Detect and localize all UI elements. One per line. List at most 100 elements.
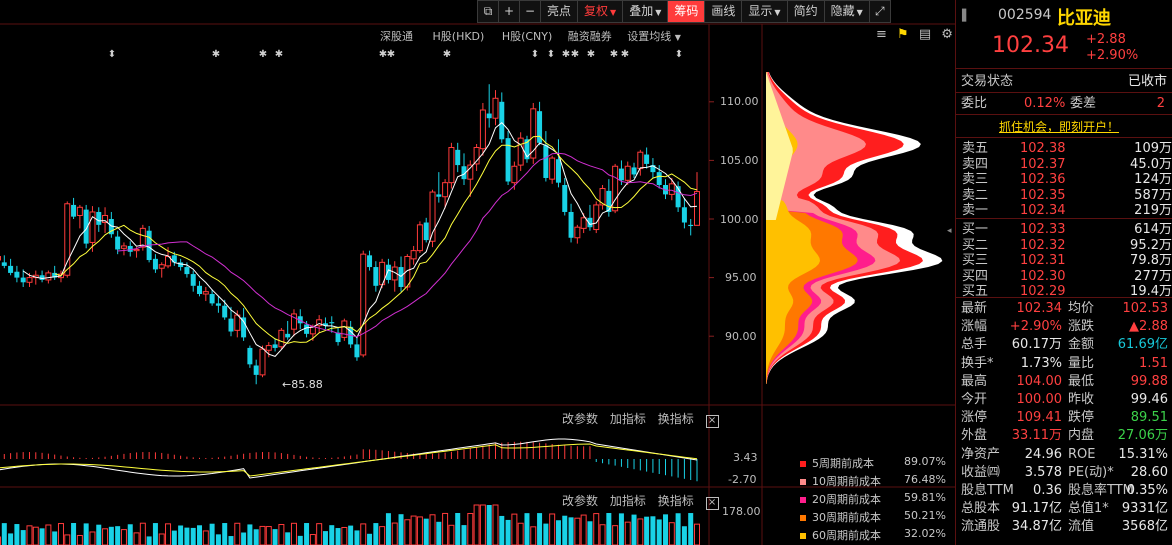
order-price: 102.30 [1020,268,1066,284]
flag-icon[interactable]: ⚑ [897,27,909,42]
candle-body [549,157,556,180]
candle-body [423,222,429,241]
volume-bar [517,522,524,545]
close-icon[interactable]: × [705,497,719,510]
volume-bar [241,532,247,545]
volume-bar [197,525,203,545]
volume-edit-params[interactable]: 改参数 [562,494,598,508]
bid-row[interactable]: 买四 102.30 277万 [962,269,1172,284]
volume-bar [543,523,549,545]
candle-body [416,224,423,252]
stat-value: 61.69亿 [1117,337,1168,353]
volume-add-indicator[interactable]: 加指标 [610,494,646,508]
order-price: 102.35 [1020,187,1066,203]
open-account-link[interactable]: 抓住机会，即刻开户！ [999,118,1119,135]
plus-icon[interactable]: + [498,0,520,23]
chip-chart-icon[interactable]: ▤ [919,27,931,42]
margin-trading-toggle[interactable]: 融资融券 [568,30,612,43]
window-restore-icon[interactable]: ⧉ [477,0,499,23]
chips-button[interactable]: 筹码 [667,0,706,23]
hk-connect-toggle[interactable]: 深股通 [380,30,413,43]
stat-value: 89.51 [1130,410,1168,426]
weibi-row: 委比 0.12% 委差 2 [961,96,1165,111]
macd-edit-params[interactable]: 改参数 [562,412,598,426]
volume-switch-indicator[interactable]: 换指标 [658,494,694,508]
volume-bar [455,513,461,545]
volume-bar [574,517,581,545]
close-icon[interactable]: × [705,415,719,428]
macd-add-indicator[interactable]: 加指标 [610,412,646,426]
stat-value: 109.41 [1016,410,1063,426]
ask-row[interactable]: 卖一 102.34 219万 [962,203,1172,218]
minus-icon[interactable]: − [519,0,541,23]
candle-body [492,97,499,119]
chip-list-icon[interactable]: ≡ [876,27,887,42]
overlay-button[interactable]: 叠加 ▼ [622,0,669,23]
stat-label: ROE [1068,446,1096,462]
order-volume: 45.0万 [1130,156,1172,172]
chip-legend-item: 60周期前成本 32.02% [800,527,946,543]
ask-row[interactable]: 卖二 102.35 587万 [962,188,1172,203]
volume-bar [0,536,1,545]
volume-bar [668,522,675,545]
simple-button[interactable]: 简约 [786,0,825,23]
stat-value: 9331亿 [1121,501,1168,517]
volume-bar [537,513,543,545]
draw-line-button[interactable]: 画线 [704,0,743,23]
ma-settings-button[interactable]: 设置均线 [627,30,671,43]
stat-label: 量比 [1068,355,1095,371]
order-level-label: 卖四 [962,156,989,172]
candle-body [606,190,612,212]
stat-row: 外盘 33.11万 内盘 27.06万 [956,427,1172,445]
gear-icon[interactable]: ⚙ [941,27,953,42]
macd-switch-indicator[interactable]: 换指标 [658,412,694,426]
volume-bar [64,534,71,545]
candle-body [618,168,624,181]
candle-body [373,267,379,286]
candle-body [341,320,348,338]
candle-body [115,236,121,250]
h-share-hkd-toggle[interactable]: H股(HKD) [433,30,485,43]
volume-bar [127,524,133,545]
legend-swatch [800,533,806,539]
chip-legend-item: 10周期前成本 76.48% [800,473,946,489]
ask-row[interactable]: 卖三 102.36 124万 [962,172,1172,187]
bid-row[interactable]: 买一 102.33 614万 [962,222,1172,237]
event-marker: ⬍ [547,49,555,60]
candle-body [215,303,221,306]
volume-bar [479,504,486,545]
volume-bar [429,514,436,545]
bid-row[interactable]: 买二 102.32 95.2万 [962,238,1172,253]
h-share-cny-toggle[interactable]: H股(CNY) [502,30,552,43]
volume-bar [624,521,631,545]
highlight-button[interactable]: 亮点 [540,0,579,23]
volume-bar [139,522,146,545]
volume-bar [416,516,423,545]
volume-bar [209,523,215,545]
candle-body [511,165,518,184]
display-button[interactable]: 显示 ▼ [741,0,788,23]
volume-bar [360,523,367,545]
ask-row[interactable]: 卖四 102.37 45.0万 [962,157,1172,172]
volume-bar [448,524,455,545]
collapse-icon[interactable]: ▌ [962,9,970,22]
volume-bar [335,528,341,545]
bid-row[interactable]: 买三 102.31 79.8万 [962,253,1172,268]
order-price: 102.31 [1020,253,1066,269]
legend-pct: 59.81% [904,491,946,504]
indicator-bar: 深股通 H股(HKD) H股(CNY) 融资融券 设置均线 ▼ [380,30,681,43]
volume-bar [341,526,348,545]
candle-body [158,264,165,269]
hide-button[interactable]: 隐藏 ▼ [823,0,870,23]
panel-collapse-handle[interactable]: ◂ [947,226,952,236]
volume-bar [688,513,694,545]
fullscreen-icon[interactable]: ⤢ [868,0,891,23]
macd-axis-bottom: -2.70 [728,473,757,486]
ask-row[interactable]: 卖五 102.38 109万 [962,141,1172,156]
adjust-button[interactable]: 复权 ▼ [577,0,624,23]
chip-legend-item: 20周期前成本 59.81% [800,491,946,507]
volume-bar [568,517,574,545]
candle-body [272,344,278,348]
volume-bar [385,513,391,545]
stat-label: 总股本 [961,501,1001,517]
